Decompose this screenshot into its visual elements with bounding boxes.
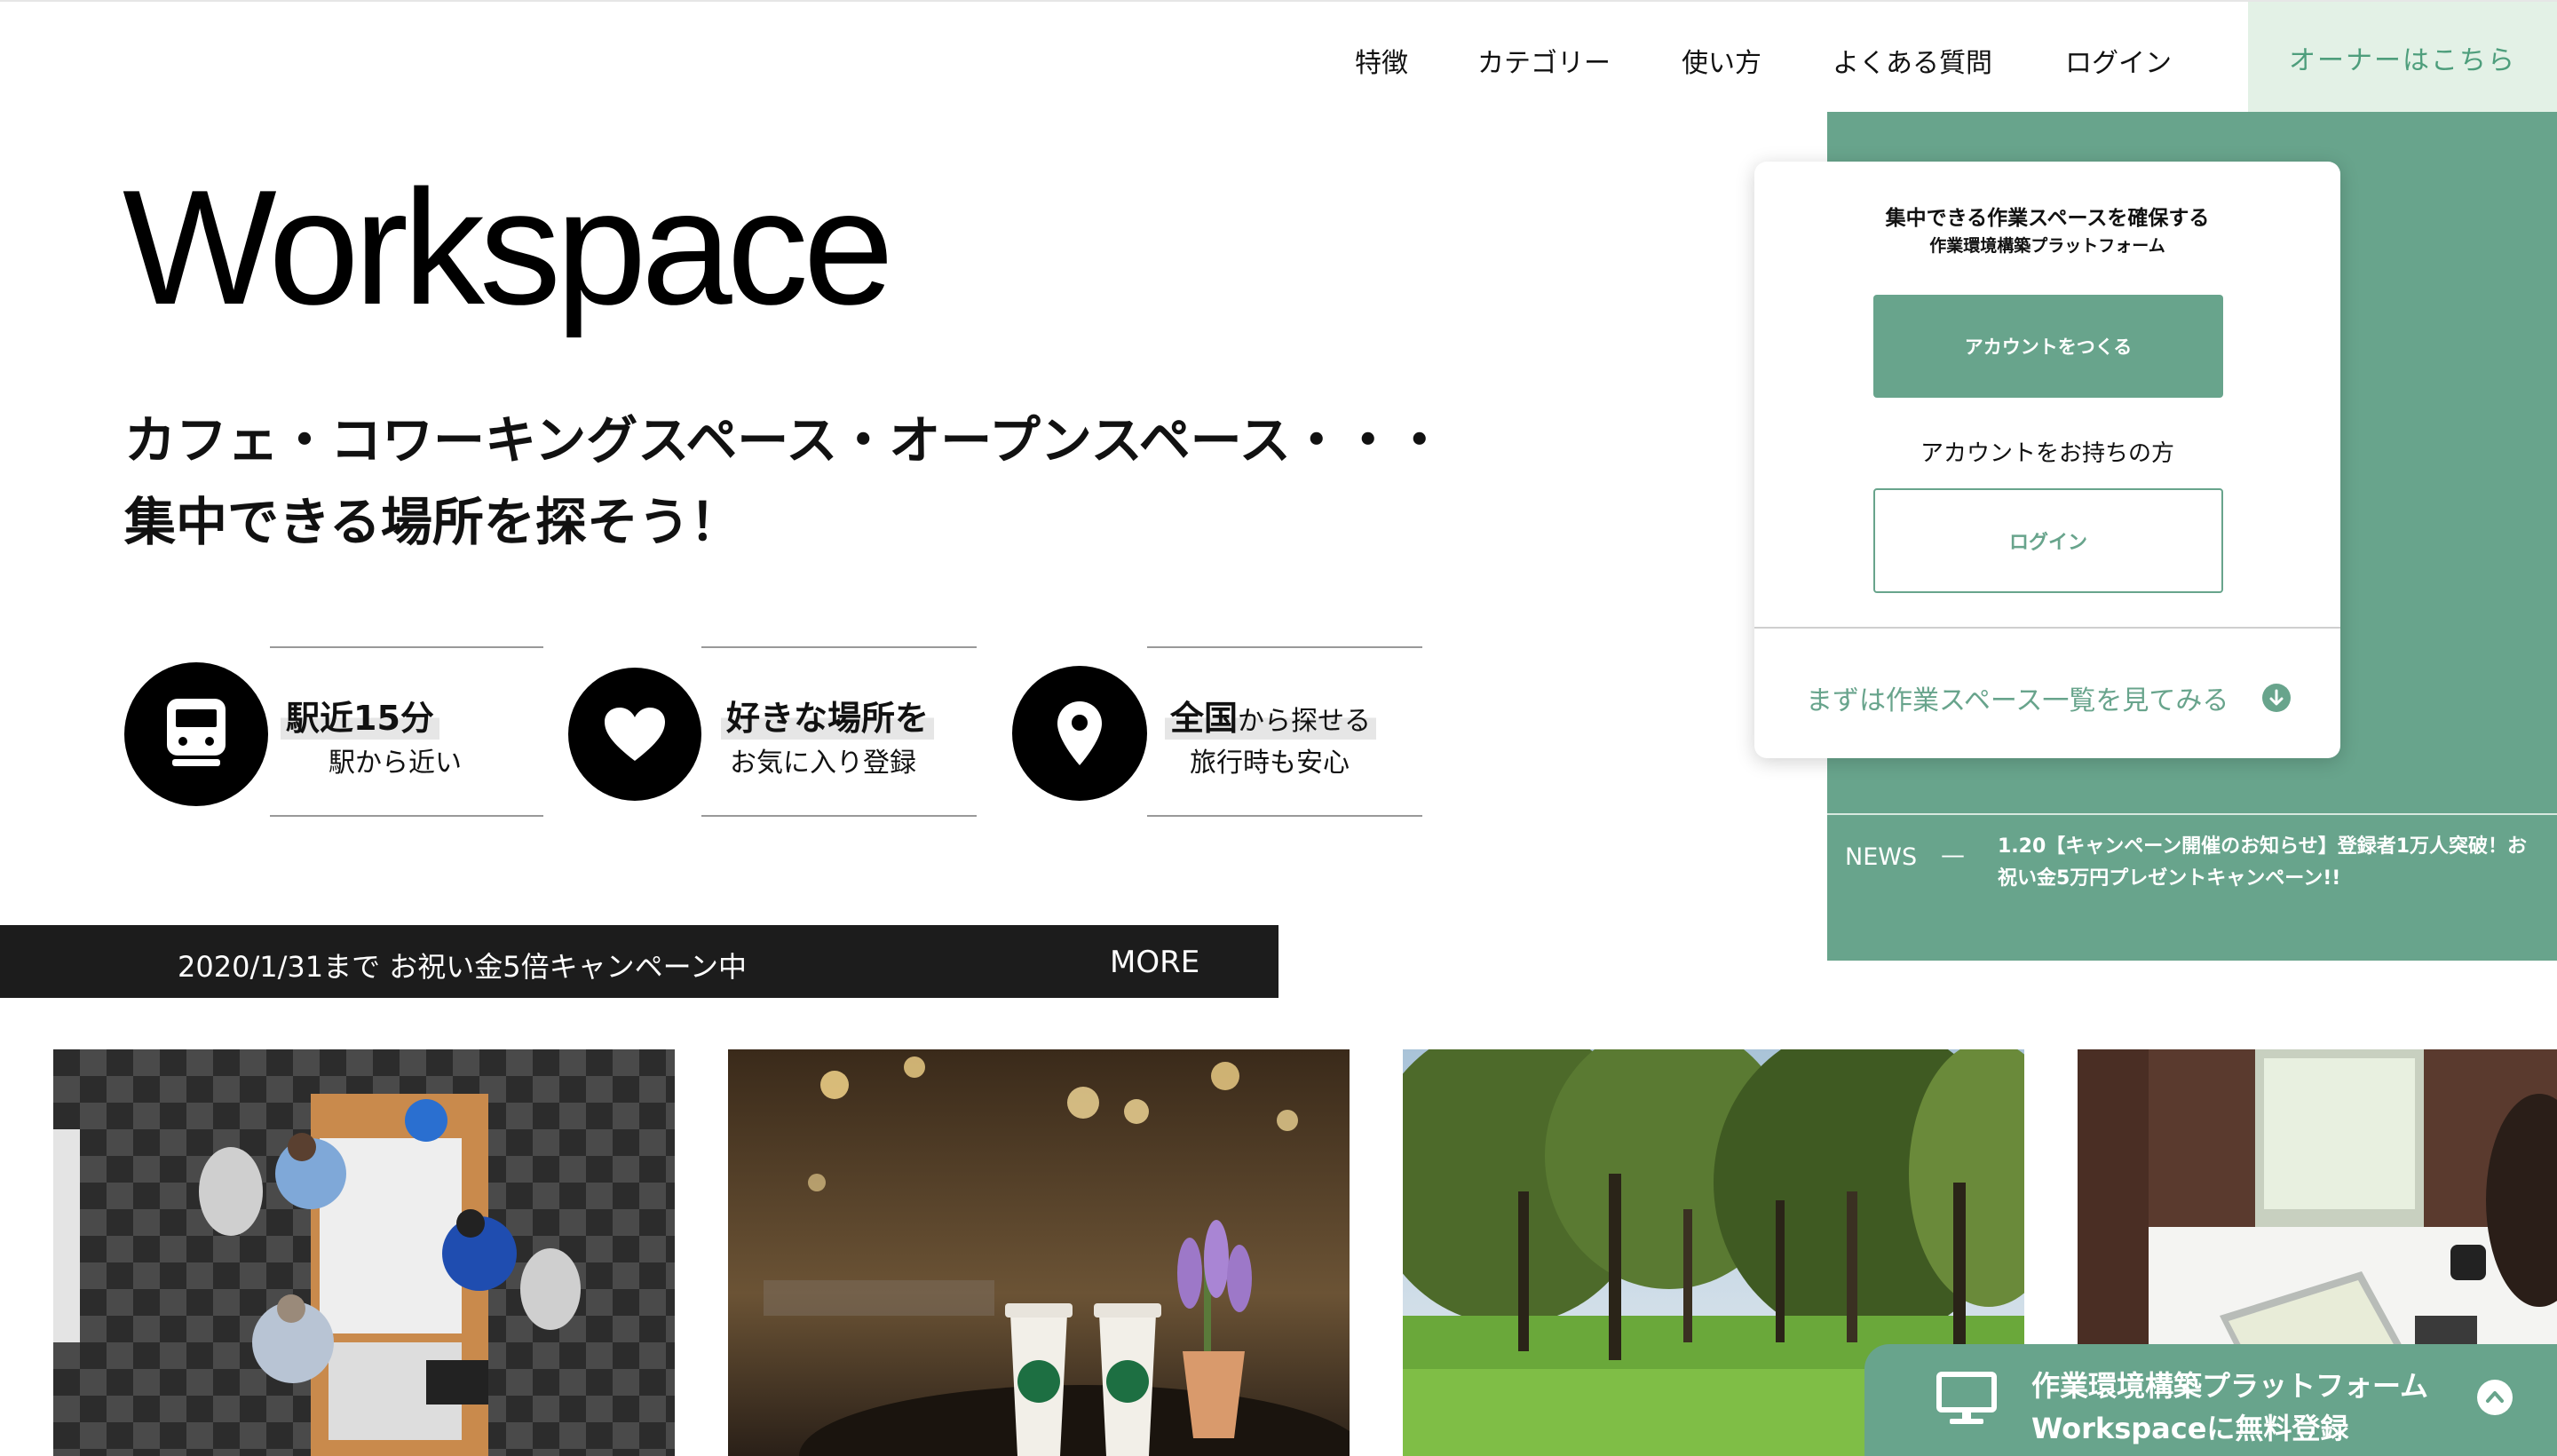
hero-copy: カフェ・コワーキングスペース・オープンスペース・・・ 集中できる場所を探そう！ <box>124 400 1445 563</box>
card-title: 集中できる作業スペースを確保する <box>1885 207 2210 230</box>
monitor-icon <box>1936 1372 1997 1424</box>
feature-sub-text: 駅から近い <box>329 748 462 779</box>
feature-icon-circle <box>124 662 268 806</box>
nav-login[interactable]: ログイン <box>2065 41 2172 80</box>
cta-line1: 作業環境構築プラットフォーム <box>2031 1369 2429 1403</box>
feature-text-box: 全国から探せる 旅行時も安心 <box>1147 646 1422 817</box>
hero-copy-line1: カフェ・コワーキングスペース・オープンスペース・・・ <box>124 410 1445 471</box>
nav-features[interactable]: 特徴 <box>1355 41 1408 80</box>
news-dash: — <box>1941 842 1965 869</box>
feature-station: 駅近15分 駅から近い <box>124 646 543 817</box>
create-account-button[interactable]: アカウントをつくる <box>1873 295 2223 398</box>
cta-line2: Workspaceに無料登録 <box>2031 1412 2349 1445</box>
heart-icon <box>605 708 665 761</box>
top-nav: 特徴 カテゴリー 使い方 よくある質問 ログイン オーナーはこちら <box>0 0 2557 114</box>
news-headline-link[interactable]: 1.20【キャンペーン開催のお知らせ】登録者1万人突破！お祝い金5万円プレゼント… <box>1998 831 2539 895</box>
cafe-coffee-photo[interactable] <box>728 1049 1350 1456</box>
feature-icon-circle <box>1012 666 1147 801</box>
feature-sub-text: 旅行時も安心 <box>1190 748 1350 779</box>
feature-main-text: 駅近15分 <box>281 691 439 740</box>
train-icon <box>167 699 226 766</box>
feature-text-box: 駅近15分 駅から近い <box>270 646 543 817</box>
nav-category[interactable]: カテゴリー <box>1477 41 1611 80</box>
signup-card: 集中できる作業スペースを確保する 作業環境構築プラットフォーム アカウントをつく… <box>1754 162 2340 758</box>
workspace-list-link[interactable]: まずは作業スペース一覧を見てみる <box>1806 678 2228 717</box>
owner-link-button[interactable]: オーナーはこちら <box>2248 2 2557 114</box>
map-pin-icon <box>1057 701 1102 765</box>
nav-how-to-use[interactable]: 使い方 <box>1682 41 1761 80</box>
feature-main-text: 好きな場所を <box>721 691 935 740</box>
have-account-text: アカウントをお持ちの方 <box>1920 440 2174 467</box>
campaign-more-link[interactable]: MORE <box>1110 945 1199 980</box>
feature-main-text: 全国から探せる <box>1165 691 1377 740</box>
arrow-down-circle-icon[interactable] <box>2262 684 2291 712</box>
hero-copy-line2: 集中できる場所を探そう！ <box>124 492 741 552</box>
feature-nationwide: 全国から探せる 旅行時も安心 <box>1012 646 1422 817</box>
feature-favorite: 好きな場所を お気に入り登録 <box>568 646 977 817</box>
feature-text-box: 好きな場所を お気に入り登録 <box>701 646 977 817</box>
card-subtitle: 作業環境構築プラットフォーム <box>1929 236 2165 256</box>
campaign-text: 2020/1/31まで お祝い金5倍キャンペーン中 <box>178 950 748 984</box>
nav-faq[interactable]: よくある質問 <box>1833 41 1992 80</box>
campaign-bar: 2020/1/31まで お祝い金5倍キャンペーン中 MORE <box>0 925 1278 998</box>
news-divider <box>1827 813 2557 815</box>
feature-main-bold: 全国 <box>1170 699 1239 738</box>
card-login-button[interactable]: ログイン <box>1873 488 2223 593</box>
feature-main-small: から探せる <box>1238 706 1372 737</box>
chevron-up-icon[interactable] <box>2477 1380 2513 1415</box>
feature-icon-circle <box>568 668 701 801</box>
card-divider <box>1754 627 2340 629</box>
site-logo[interactable]: Workspace <box>123 165 894 328</box>
news-label: NEWS <box>1845 843 1918 871</box>
feature-sub-text: お気に入り登録 <box>730 748 916 779</box>
free-signup-floating-button[interactable]: 作業環境構築プラットフォーム Workspaceに無料登録 <box>1864 1344 2557 1456</box>
meeting-photo[interactable] <box>53 1049 675 1456</box>
